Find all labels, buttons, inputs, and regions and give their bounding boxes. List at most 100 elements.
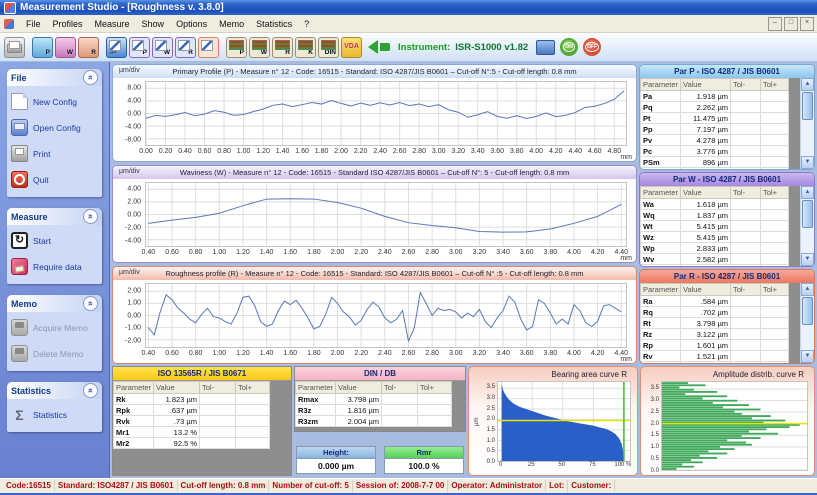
table-row[interactable]: Mr292.5 % bbox=[114, 438, 270, 449]
scroll-up-button[interactable]: ▲ bbox=[801, 283, 814, 296]
table-w-button[interactable]: W bbox=[249, 37, 270, 58]
minimize-button[interactable]: – bbox=[768, 17, 782, 31]
collapse-button[interactable]: « bbox=[83, 383, 98, 398]
table-row[interactable]: R3zm2.004 µm bbox=[296, 416, 452, 427]
sidebar-item-start[interactable]: Start bbox=[11, 232, 98, 249]
profile-r-button[interactable]: R bbox=[78, 37, 99, 58]
chart-blank-button[interactable] bbox=[198, 37, 219, 58]
table-row[interactable]: Rq.702 µm bbox=[641, 307, 789, 318]
table-row[interactable]: Rpk.637 µm bbox=[114, 405, 270, 416]
sidebar-item-acquire-memo[interactable]: Acquire Memo bbox=[11, 319, 98, 336]
instrument-icon[interactable] bbox=[536, 40, 555, 55]
close-button[interactable]: × bbox=[800, 17, 814, 31]
column-header[interactable]: Tol+ bbox=[761, 187, 789, 199]
table-k-button[interactable]: K bbox=[295, 37, 316, 58]
column-header[interactable]: Tol+ bbox=[761, 284, 789, 296]
table-row[interactable]: PSm896 µm bbox=[641, 157, 789, 168]
table-row[interactable]: Rv1.521 µm bbox=[641, 351, 789, 362]
scrollbar[interactable]: ▲▼ bbox=[800, 186, 814, 266]
table-row[interactable]: Pv4.278 µm bbox=[641, 135, 789, 146]
column-header[interactable]: Tol+ bbox=[236, 382, 270, 394]
chart-w-button[interactable]: W bbox=[152, 37, 173, 58]
table-row[interactable]: Wt5.415 µm bbox=[641, 221, 789, 232]
table-row[interactable]: Pq2.262 µm bbox=[641, 102, 789, 113]
table-row[interactable]: R3z1.816 µm bbox=[296, 405, 452, 416]
table-row[interactable]: Rz3.122 µm bbox=[641, 329, 789, 340]
table-row[interactable]: Ra.584 µm bbox=[641, 296, 789, 307]
table-row[interactable]: Wa1.618 µm bbox=[641, 199, 789, 210]
cutoff-button[interactable]: CUT-OFF bbox=[106, 37, 127, 58]
column-header[interactable]: Value bbox=[336, 382, 382, 394]
instrument-on-button[interactable]: ON bbox=[560, 38, 578, 56]
sidebar-item-print[interactable]: Print bbox=[11, 145, 98, 162]
sidebar-item-quit[interactable]: Quit bbox=[11, 171, 98, 188]
rmr-value[interactable]: 100.0 % bbox=[384, 458, 464, 474]
chart-p-button[interactable]: P bbox=[129, 37, 150, 58]
scroll-thumb[interactable] bbox=[802, 200, 813, 228]
table-row[interactable]: Pt11.475 µm bbox=[641, 113, 789, 124]
column-header[interactable]: Tol- bbox=[200, 382, 236, 394]
column-header[interactable]: Parameter bbox=[641, 187, 681, 199]
menu-file[interactable]: File bbox=[20, 18, 47, 30]
scroll-up-button[interactable]: ▲ bbox=[801, 186, 814, 199]
collapse-button[interactable]: « bbox=[83, 209, 98, 224]
table-row[interactable]: Wv2.582 µm bbox=[641, 254, 789, 265]
table-row[interactable]: Pδc11.475 µm bbox=[641, 168, 789, 170]
column-header[interactable]: Tol+ bbox=[418, 382, 452, 394]
menu-options[interactable]: Options bbox=[170, 18, 213, 30]
column-header[interactable]: Parameter bbox=[296, 382, 336, 394]
scrollbar[interactable]: ▲▼ bbox=[800, 283, 814, 363]
column-header[interactable]: Parameter bbox=[641, 79, 681, 91]
height-value[interactable]: 0.000 µm bbox=[296, 458, 376, 474]
table-row[interactable]: Rvk.73 µm bbox=[114, 416, 270, 427]
table-row[interactable]: Wc5.415 µm bbox=[641, 265, 789, 266]
table-row[interactable]: Wz5.415 µm bbox=[641, 232, 789, 243]
table-row[interactable]: Pc3.776 µm bbox=[641, 146, 789, 157]
scrollbar[interactable]: ▲▼ bbox=[800, 78, 814, 169]
scroll-down-button[interactable]: ▼ bbox=[801, 156, 814, 169]
menu-memo[interactable]: Memo bbox=[213, 18, 250, 30]
scroll-down-button[interactable]: ▼ bbox=[801, 253, 814, 266]
sidebar-item-open-config[interactable]: Open Config bbox=[11, 119, 98, 136]
collapse-button[interactable]: « bbox=[83, 70, 98, 85]
sidebar-item-new-config[interactable]: New Config bbox=[11, 93, 98, 110]
column-header[interactable]: Parameter bbox=[114, 382, 154, 394]
table-row[interactable]: Rmax3.798 µm bbox=[296, 394, 452, 405]
menu-help[interactable]: ? bbox=[298, 18, 315, 30]
scroll-down-button[interactable]: ▼ bbox=[801, 350, 814, 363]
column-header[interactable]: Tol- bbox=[731, 79, 761, 91]
sidebar-item-require-data[interactable]: Require data bbox=[11, 258, 98, 275]
scroll-thumb[interactable] bbox=[802, 297, 813, 325]
collapse-button[interactable]: « bbox=[83, 296, 98, 311]
menu-measure[interactable]: Measure bbox=[89, 18, 136, 30]
column-header[interactable]: Tol- bbox=[382, 382, 418, 394]
table-row[interactable]: Wp2.833 µm bbox=[641, 243, 789, 254]
table-row[interactable]: Rp1.601 µm bbox=[641, 340, 789, 351]
sidebar-item-delete-memo[interactable]: Delete Memo bbox=[11, 345, 98, 362]
column-header[interactable]: Tol- bbox=[731, 187, 761, 199]
chart-r-button[interactable]: R bbox=[175, 37, 196, 58]
print-button[interactable] bbox=[4, 37, 25, 58]
column-header[interactable]: Value bbox=[154, 382, 200, 394]
table-r-button[interactable]: R bbox=[272, 37, 293, 58]
table-row[interactable]: Pp7.197 µm bbox=[641, 124, 789, 135]
profile-p-button[interactable]: P bbox=[32, 37, 53, 58]
vda-button[interactable]: VDA bbox=[341, 37, 362, 58]
table-row[interactable]: Mr113.2 % bbox=[114, 427, 270, 438]
table-row[interactable]: Rk1.823 µm bbox=[114, 394, 270, 405]
column-header[interactable]: Tol+ bbox=[761, 79, 789, 91]
table-row[interactable]: Rt3.798 µm bbox=[641, 318, 789, 329]
column-header[interactable]: Parameter bbox=[641, 284, 681, 296]
column-header[interactable]: Value bbox=[681, 187, 731, 199]
table-row[interactable]: Pa1.918 µm bbox=[641, 91, 789, 102]
column-header[interactable]: Value bbox=[681, 284, 731, 296]
scroll-thumb[interactable] bbox=[802, 92, 813, 120]
menu-statistics[interactable]: Statistics bbox=[250, 18, 298, 30]
menu-profiles[interactable]: Profiles bbox=[47, 18, 89, 30]
menu-show[interactable]: Show bbox=[136, 18, 171, 30]
profile-w-button[interactable]: W bbox=[55, 37, 76, 58]
column-header[interactable]: Tol- bbox=[731, 284, 761, 296]
table-din-button[interactable]: DIN bbox=[318, 37, 339, 58]
table-row[interactable]: Wq1.837 µm bbox=[641, 210, 789, 221]
instrument-off-button[interactable]: OFF bbox=[583, 38, 601, 56]
